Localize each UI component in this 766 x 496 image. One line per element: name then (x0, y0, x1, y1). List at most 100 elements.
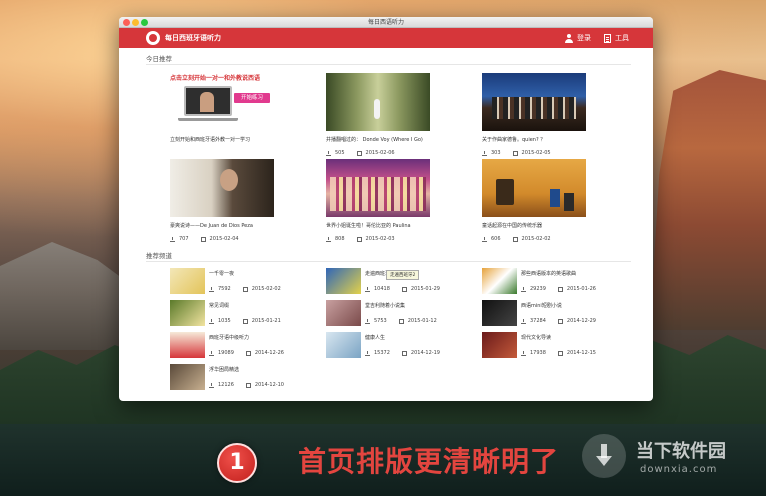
channel-item[interactable]: 堂吉利随着小说集 5753 2015-01-12 (326, 300, 476, 328)
tools-label: 工具 (615, 34, 629, 42)
channel-item[interactable]: 西班牙语中级听力 19089 2014-12-26 (170, 332, 320, 360)
today-card-promo[interactable]: 点击立刻开始一对一和外教说西语 开始练习 立刻开始和西班牙语外教一对一学习 (170, 73, 274, 143)
laptop-image (184, 86, 232, 116)
channel-thumbnail[interactable] (482, 300, 517, 326)
download-count: 505 (335, 150, 345, 156)
card-title[interactable]: 世界小姐诞生啦！哥伦比亚的 Paulina (326, 222, 411, 229)
channel-thumbnail[interactable] (170, 300, 205, 326)
tools-button[interactable]: 工具 (604, 28, 629, 48)
channel-thumbnail[interactable] (326, 300, 361, 326)
card-thumbnail[interactable] (482, 73, 586, 131)
channel-item[interactable]: 浮华困局精选 12126 2014-12-10 (170, 364, 320, 392)
channel-item[interactable]: 常见词缀 1035 2015-01-21 (170, 300, 320, 328)
channel-thumbnail[interactable] (170, 332, 205, 358)
channel-meta: 17938 2014-12-15 (521, 350, 596, 356)
download-icon (209, 350, 214, 356)
channel-title[interactable]: 西语mini短剧小说 (521, 302, 562, 309)
update-date: 2014-12-15 (566, 350, 596, 356)
publish-date: 2015-02-04 (209, 236, 239, 242)
card-title[interactable]: 关于作曲家德鲁。quien? ？ (482, 136, 545, 143)
download-icon (521, 286, 526, 292)
today-card[interactable]: 世界小姐诞生啦！哥伦比亚的 Paulina 808 2015-02-03 (326, 159, 430, 242)
card-meta: 505 2015-02-06 (326, 150, 395, 156)
card-title[interactable]: 立刻开始和西班牙语外教一对一学习 (170, 136, 250, 143)
card-thumbnail[interactable] (326, 159, 430, 217)
card-thumbnail[interactable] (482, 159, 586, 217)
channel-title[interactable]: 健康人生 (365, 334, 385, 341)
download-count: 12126 (218, 382, 234, 388)
publish-date: 2015-02-06 (365, 150, 395, 156)
card-title[interactable]: 童话起源在中国的传统乐器 (482, 222, 542, 229)
card-title[interactable]: 并播翻唱过的： Donde Voy (Where I Go) (326, 136, 423, 143)
laptop-base (178, 118, 238, 121)
promo-thumbnail[interactable]: 点击立刻开始一对一和外教说西语 开始练习 (170, 73, 274, 131)
update-date: 2015-01-29 (410, 286, 440, 292)
download-count: 29239 (530, 286, 546, 292)
hover-tooltip: 走遍西班牙2 (386, 270, 420, 280)
channel-title[interactable]: 西班牙语中级听力 (209, 334, 249, 341)
channel-title[interactable]: 浮华困局精选 (209, 366, 239, 373)
channel-thumbnail[interactable] (326, 268, 361, 294)
today-card[interactable]: 豪爽说诗——De Juan de Dios Peza 707 2015-02-0… (170, 159, 274, 242)
channel-title[interactable]: 那些西语版本的英语歌曲 (521, 270, 576, 277)
login-button[interactable]: 登录 (564, 28, 591, 48)
update-date: 2015-01-21 (251, 318, 281, 324)
channel-thumbnail[interactable] (170, 364, 205, 390)
calendar-icon (356, 236, 362, 242)
download-count: 37284 (530, 318, 546, 324)
download-icon (521, 350, 526, 356)
channel-item[interactable]: 西语mini短剧小说 37284 2014-12-29 (482, 300, 632, 328)
card-title[interactable]: 豪爽说诗——De Juan de Dios Peza (170, 222, 253, 229)
channel-thumbnail[interactable] (482, 332, 517, 358)
download-icon (482, 150, 487, 156)
today-card[interactable]: 关于作曲家德鲁。quien? ？ 303 2015-02-05 (482, 73, 586, 156)
channel-title[interactable]: 堂吉利随着小说集 (365, 302, 405, 309)
channel-thumbnail[interactable] (326, 332, 361, 358)
download-icon (365, 350, 370, 356)
card-meta: 606 2015-02-02 (482, 236, 551, 242)
today-card[interactable]: 并播翻唱过的： Donde Voy (Where I Go) 505 2015-… (326, 73, 430, 156)
download-arrow-icon (596, 444, 612, 468)
window-titlebar[interactable]: 每日西语听力 (119, 17, 653, 28)
channel-item[interactable]: 现代文化导读 17938 2014-12-15 (482, 332, 632, 360)
channel-meta: 12126 2014-12-10 (209, 382, 284, 388)
channel-meta: 29239 2015-01-26 (521, 286, 596, 292)
channel-meta: 37284 2014-12-29 (521, 318, 596, 324)
channel-item[interactable]: 一千零一夜 7592 2015-02-02 (170, 268, 320, 296)
calendar-icon (512, 236, 518, 242)
download-count: 19089 (218, 350, 234, 356)
channel-title[interactable]: 常见词缀 (209, 302, 229, 309)
download-icon (170, 236, 175, 242)
channel-item[interactable]: 那些西语版本的英语歌曲 29239 2015-01-26 (482, 268, 632, 296)
channel-item[interactable]: 健康人生 15372 2014-12-19 (326, 332, 476, 360)
channel-thumbnail[interactable] (482, 268, 517, 294)
update-date: 2015-01-26 (566, 286, 596, 292)
channel-meta: 19089 2014-12-26 (209, 350, 284, 356)
download-count: 303 (491, 150, 501, 156)
channel-meta: 7592 2015-02-02 (209, 286, 281, 292)
channel-meta: 15372 2014-12-19 (365, 350, 440, 356)
step-badge: 1 (217, 443, 257, 483)
download-icon (365, 286, 370, 292)
card-thumbnail[interactable] (326, 73, 430, 131)
watermark-logo (582, 434, 626, 478)
download-icon (365, 318, 370, 324)
calendar-icon (512, 150, 518, 156)
today-card[interactable]: 童话起源在中国的传统乐器 606 2015-02-02 (482, 159, 586, 242)
calendar-icon (242, 286, 248, 292)
update-date: 2015-01-12 (407, 318, 437, 324)
card-thumbnail[interactable] (170, 159, 274, 217)
channel-title[interactable]: 现代文化导读 (521, 334, 551, 341)
channel-meta: 10418 2015-01-29 (365, 286, 440, 292)
section-divider (146, 261, 631, 262)
update-date: 2014-12-10 (254, 382, 284, 388)
channel-thumbnail[interactable] (170, 268, 205, 294)
calendar-icon (398, 318, 404, 324)
recommended-section-title: 推荐频道 (146, 252, 172, 260)
download-count: 606 (491, 236, 501, 242)
card-meta: 303 2015-02-05 (482, 150, 551, 156)
channel-title[interactable]: 一千零一夜 (209, 270, 234, 277)
publish-date: 2015-02-03 (365, 236, 395, 242)
start-practice-button[interactable]: 开始练习 (234, 93, 270, 103)
calendar-icon (245, 382, 251, 388)
